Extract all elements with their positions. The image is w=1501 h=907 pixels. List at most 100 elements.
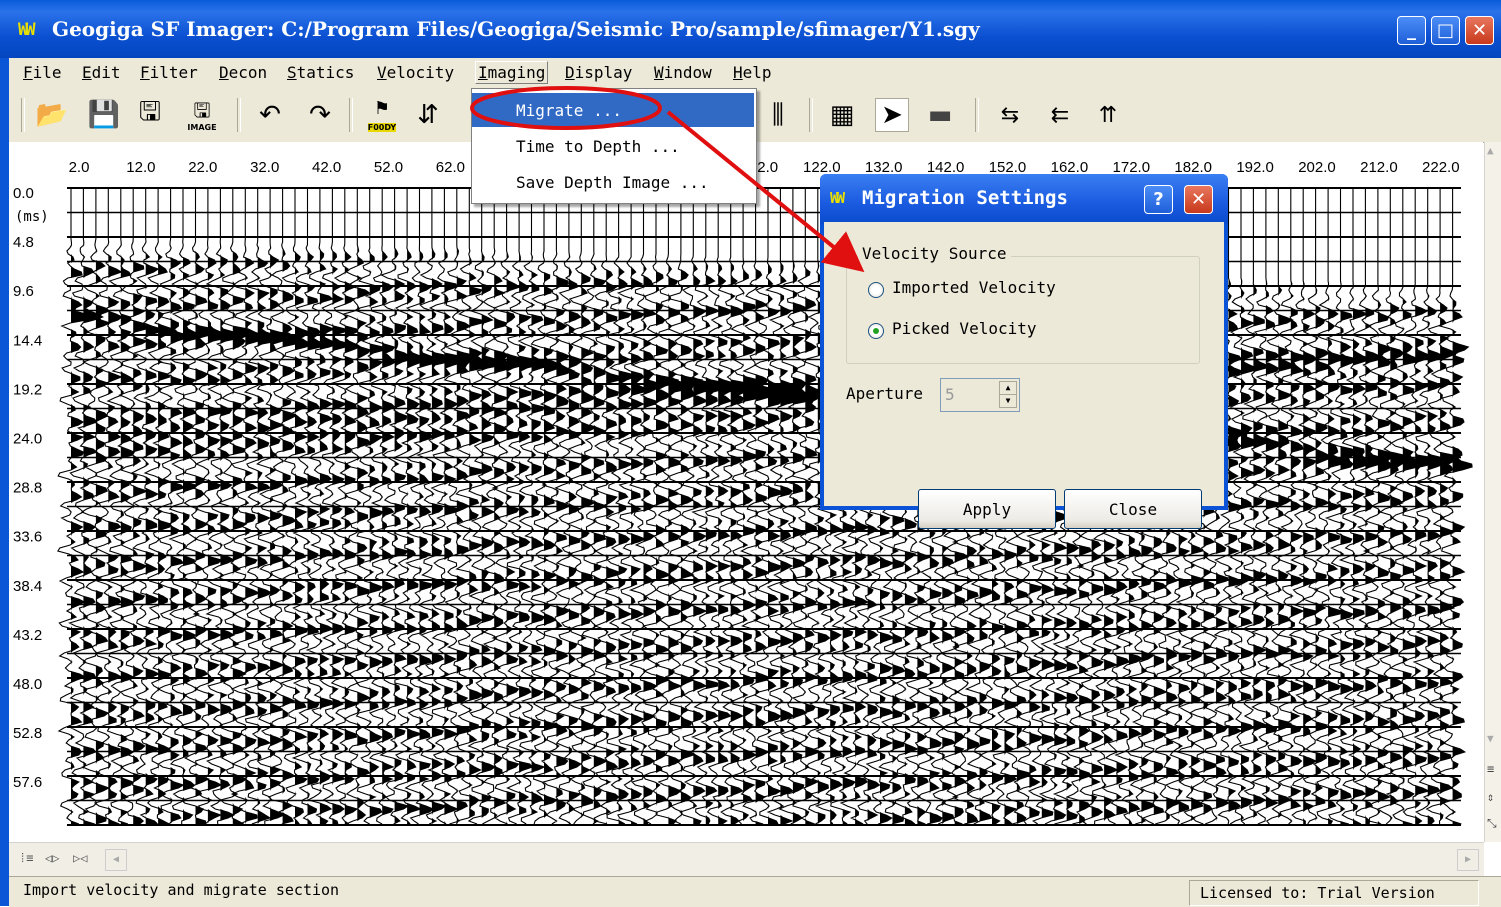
menu-help[interactable]: Help — [733, 63, 772, 82]
vertical-split-icon[interactable]: ≡ — [1487, 762, 1494, 776]
scroll-right-icon[interactable]: ▶ — [1457, 849, 1479, 871]
imaging-menu-dropdown: Migrate ... Time to Depth ... Save Depth… — [471, 88, 757, 204]
x-tick-label: 192.0 — [1236, 159, 1274, 176]
vertical-scrollbar[interactable]: ▲ ▼ ≡ ⇕ ⤡ — [1484, 142, 1501, 842]
y-tick-label: 19.2 — [13, 381, 42, 398]
x-tick-label: 42.0 — [312, 159, 341, 176]
menu-file[interactable]: File — [23, 63, 62, 82]
wiggle-icon[interactable]: ⫼ — [761, 98, 795, 132]
scroll-up-icon[interactable]: ▲ — [1487, 144, 1494, 157]
toolbar-grip — [21, 98, 25, 132]
horizontal-scrollbar[interactable]: ⁞≡ ◁▷ ▷◁ ◀ ▶ — [9, 842, 1484, 877]
filter-glyph-text: F00DY — [367, 123, 397, 132]
spin-down-icon[interactable]: ▼ — [999, 394, 1017, 408]
x-tick-label: 212.0 — [1360, 159, 1398, 176]
license-panel: Licensed to: Trial Version — [1189, 880, 1479, 906]
toolbar-separator — [975, 98, 979, 132]
vertical-zoom-icon[interactable]: ⇕ — [1487, 790, 1494, 804]
imported-velocity-label[interactable]: Imported Velocity — [892, 278, 1056, 297]
menu-item-time-to-depth[interactable]: Time to Depth ... — [472, 129, 754, 163]
x-tick-label: 12.0 — [126, 159, 155, 176]
license-text: Licensed to: Trial Version — [1200, 884, 1435, 902]
dialog-title-bar[interactable]: WW Migration Settings ? ✕ — [820, 174, 1228, 224]
minimize-button[interactable]: _ — [1397, 16, 1426, 45]
seismic-wiggle-icon: WW — [830, 189, 845, 207]
y-tick-label: 52.8 — [13, 725, 42, 742]
x-tick-label: 32.0 — [250, 159, 279, 176]
menu-window[interactable]: Window — [654, 63, 712, 82]
y-tick-label: 48.0 — [13, 676, 42, 693]
pick-left-icon[interactable]: ⇇ — [1043, 98, 1077, 132]
title-bar[interactable]: WW Geogiga SF Imager: C:/Program Files/G… — [0, 0, 1501, 58]
menu-velocity[interactable]: Velocity — [377, 63, 454, 82]
aperture-stepper[interactable]: 5 ▲ ▼ — [940, 378, 1020, 412]
menu-bar: File Edit Filter Decon Statics Velocity … — [9, 58, 1501, 88]
pick-top-icon[interactable]: ⇈ — [1091, 98, 1125, 132]
window-frame — [0, 58, 9, 906]
spin-up-icon[interactable]: ▲ — [999, 381, 1017, 395]
horizontal-split-icon[interactable]: ⁞≡ — [19, 851, 33, 866]
y-tick-label: 9.6 — [13, 283, 34, 300]
x-tick-label: 202.0 — [1298, 159, 1336, 176]
aperture-field[interactable]: 5 — [945, 385, 955, 404]
vertical-fit-icon[interactable]: ⤡ — [1487, 816, 1497, 831]
decon-icon[interactable]: ⇵ — [411, 98, 445, 132]
seismic-section[interactable]: 2.012.022.032.042.052.062.072.082.092.01… — [9, 142, 1483, 842]
menu-decon[interactable]: Decon — [219, 63, 267, 82]
x-tick-label: 222.0 — [1422, 159, 1460, 176]
close-button[interactable]: ✕ — [1465, 16, 1494, 45]
variable-area-icon[interactable]: ▦ — [825, 98, 859, 132]
open-folder-icon[interactable]: 📂 — [35, 98, 69, 132]
radio-selected-dot — [873, 328, 879, 334]
horizontal-fit-icon[interactable]: ▷◁ — [73, 851, 87, 865]
picked-velocity-radio[interactable] — [868, 323, 884, 339]
menu-item-migrate[interactable]: Migrate ... — [472, 93, 754, 127]
dialog-close-icon[interactable]: ✕ — [1184, 185, 1213, 214]
filter-icon[interactable]: ⚑ F00DY — [365, 98, 399, 132]
menu-edit[interactable]: Edit — [82, 63, 121, 82]
toolbar-separator — [349, 98, 353, 132]
menu-statics[interactable]: Statics — [287, 63, 354, 82]
velocity-source-label: Velocity Source — [858, 244, 1011, 263]
y-tick-label: 33.6 — [13, 529, 42, 546]
y-tick-label: 43.2 — [13, 627, 42, 644]
y-tick-label: 57.6 — [13, 774, 42, 791]
save-icon[interactable]: 💾 — [87, 98, 121, 132]
picked-velocity-label[interactable]: Picked Velocity — [892, 319, 1037, 338]
horizontal-zoom-icon[interactable]: ◁▷ — [45, 851, 59, 865]
density-icon[interactable]: ▬ — [923, 98, 957, 132]
menu-item-save-depth-image[interactable]: Save Depth Image ... — [472, 165, 754, 199]
menu-display[interactable]: Display — [565, 63, 632, 82]
y-axis: 0.0 4.8 9.6 14.4 19.2 24.0 28.8 33.6 38.4 43.2 48.… — [13, 185, 49, 791]
y-unit-label: (ms) — [15, 209, 49, 225]
y-tick-label: 14.4 — [13, 332, 42, 349]
x-tick-label: 62.0 — [436, 159, 465, 176]
maximize-button[interactable]: □ — [1431, 16, 1460, 45]
toolbar-separator — [809, 98, 813, 132]
help-button[interactable]: ? — [1144, 185, 1173, 214]
save-image-text: IMAGE — [187, 123, 217, 132]
redo-icon[interactable]: ↷ — [303, 98, 337, 132]
save-image-icon[interactable]: 🖫 IMAGE — [185, 98, 219, 132]
scroll-down-icon[interactable]: ▼ — [1487, 732, 1494, 745]
dialog-title: Migration Settings — [862, 187, 1068, 209]
apply-button[interactable]: Apply — [918, 489, 1056, 529]
velocity-source-group — [846, 256, 1200, 364]
window-title: Geogiga SF Imager: C:/Program Files/Geog… — [52, 17, 980, 41]
scroll-left-icon[interactable]: ◀ — [105, 849, 127, 871]
y-tick-label: 38.4 — [13, 578, 42, 595]
wiggle-trace-icon[interactable]: ➤ — [875, 98, 909, 132]
y-tick-label: 0.0 — [13, 185, 34, 202]
pick-both-icon[interactable]: ⇆ — [993, 98, 1027, 132]
close-dialog-button[interactable]: Close — [1064, 489, 1202, 529]
menu-imaging[interactable]: Imaging — [475, 61, 549, 84]
seismic-traces — [57, 187, 1473, 826]
aperture-label: Aperture — [846, 384, 924, 403]
imported-velocity-radio[interactable] — [868, 282, 884, 298]
seismic-plot[interactable]: 2.012.022.032.042.052.062.072.082.092.01… — [9, 142, 1483, 842]
seismic-wiggle-icon: WW — [18, 20, 36, 40]
save-as-icon[interactable]: 🖫 — [133, 97, 167, 132]
status-bar: Import velocity and migrate section Lice… — [9, 876, 1501, 907]
undo-icon[interactable]: ↶ — [253, 98, 287, 132]
menu-filter[interactable]: Filter — [140, 63, 198, 82]
